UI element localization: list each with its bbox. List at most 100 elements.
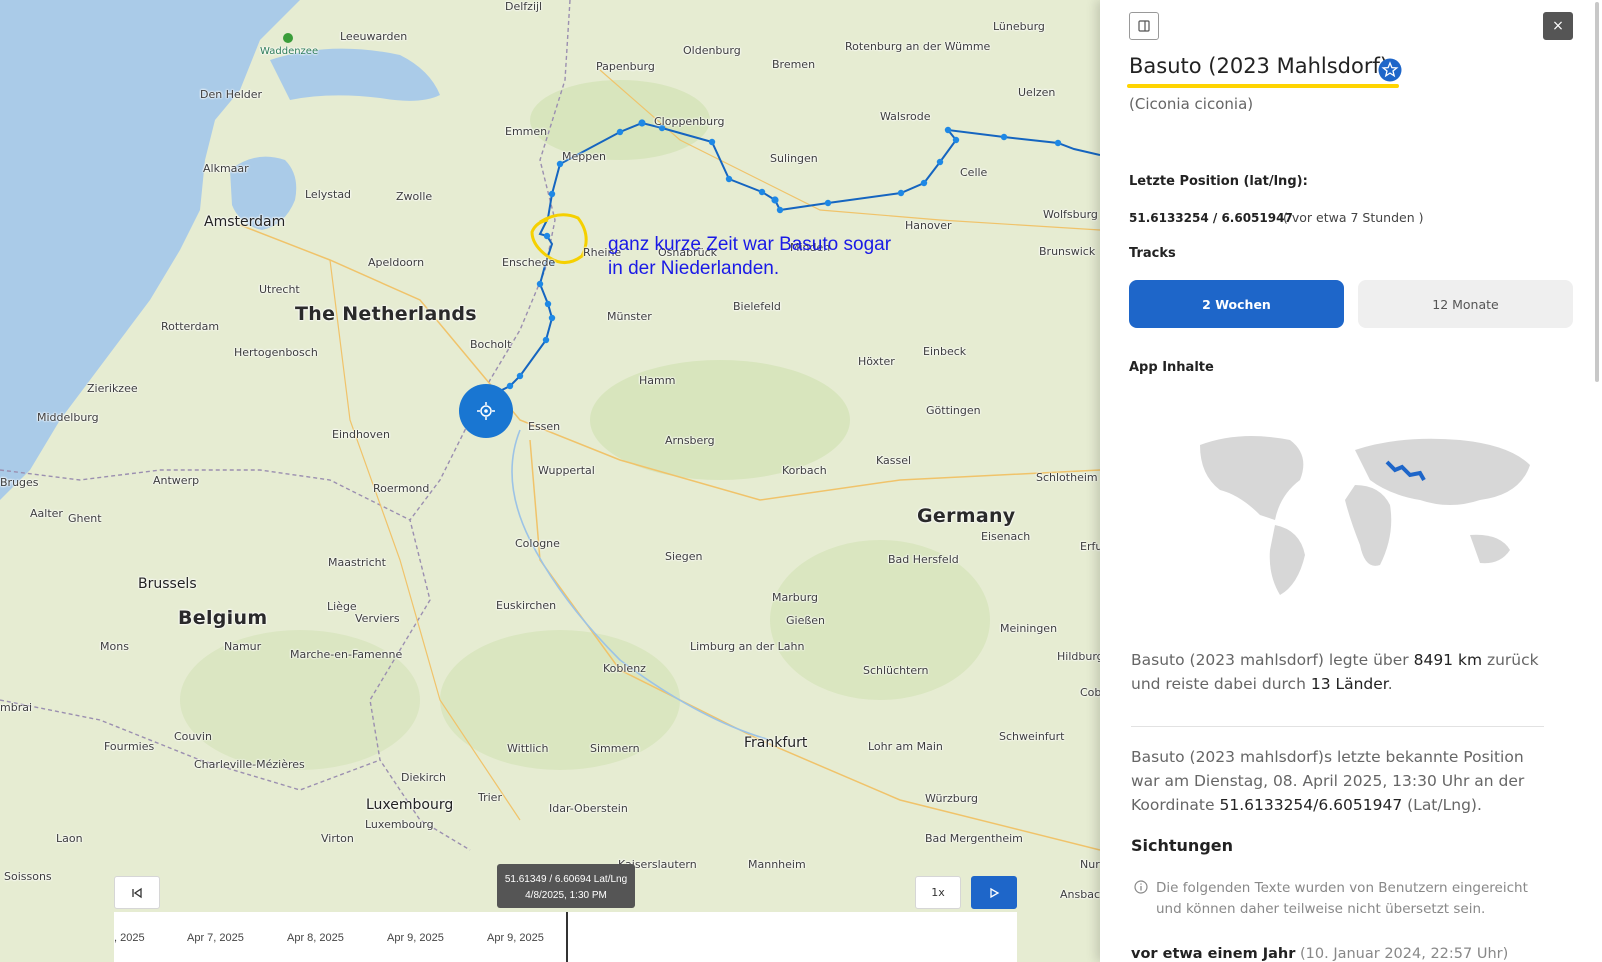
tab-12-months-label: 12 Monate (1432, 296, 1499, 312)
place-label: Meppen (562, 150, 606, 163)
place-label: Oldenburg (683, 44, 741, 57)
last-position-coords: 51.6133254 / 6.6051947 (1129, 211, 1293, 225)
timeline-tick: , 2025 (114, 932, 145, 944)
place-label: Arnsberg (665, 434, 715, 447)
place-label: Mannheim (748, 858, 806, 871)
place-label: Uelzen (1018, 86, 1056, 99)
place-label: Coburg (1080, 686, 1100, 699)
place-label: Virton (321, 832, 354, 845)
playback-speed-button[interactable]: 1x (915, 876, 961, 909)
place-label: Bad Hersfeld (888, 553, 959, 566)
place-label: Papenburg (596, 60, 655, 73)
name-highlight (1127, 84, 1399, 88)
place-label: Delfzijl (505, 0, 543, 13)
close-panel-button[interactable]: × (1543, 12, 1573, 40)
skip-to-start-button[interactable] (114, 876, 160, 909)
animal-name: Basuto (2023 Mahlsdorf) (1129, 54, 1389, 78)
place-label: Germany (917, 505, 1016, 527)
place-label: Nur (1080, 858, 1100, 871)
place-label: Hertogenbosch (234, 346, 318, 359)
last-position-label: Letzte Position (lat/lng): (1129, 174, 1308, 189)
place-label: Rotterdam (161, 320, 220, 333)
tab-2-weeks[interactable]: 2 Wochen (1129, 280, 1344, 328)
world-minimap (1200, 436, 1530, 595)
app-content-label: App Inhalte (1129, 360, 1214, 375)
place-label: Wuppertal (538, 464, 595, 477)
place-label: Koblenz (603, 662, 646, 675)
place-label: Antwerp (153, 474, 200, 487)
timeline-tick: Apr 7, 2025 (187, 932, 244, 944)
map-view[interactable]: Delfzijl Leeuwarden Waddenzee Den Helder Alk… (0, 0, 1100, 962)
speed-label: 1x (931, 886, 945, 899)
place-label: Schlotheim (1036, 471, 1098, 484)
place-label: Couvin (174, 730, 212, 743)
divider (1131, 726, 1544, 727)
tracks-label: Tracks (1129, 246, 1176, 261)
tab-2-weeks-label: 2 Wochen (1202, 296, 1271, 312)
timeline-tick: Apr 9, 2025 (487, 932, 544, 944)
place-label: Roermond (373, 482, 430, 495)
sightings-heading: Sichtungen (1131, 836, 1234, 855)
timeline-tick: Apr 9, 2025 (387, 932, 444, 944)
place-label: Idar-Oberstein (549, 802, 628, 815)
place-label: Leeuwarden (340, 30, 408, 43)
info-icon (1134, 880, 1148, 894)
place-label: Limburg an der Lahn (690, 640, 805, 653)
place-label: Gießen (786, 614, 826, 627)
place-label: Kassel (876, 454, 912, 467)
skip-back-icon (132, 887, 142, 898)
close-icon: × (1552, 18, 1564, 34)
place-label: Erfurt (1080, 540, 1100, 553)
place-label: Liège (327, 600, 357, 613)
place-label: Schweinfurt (999, 730, 1065, 743)
tooltip-coords: 51.61349 / 6.60694 Lat/Lng (504, 874, 628, 885)
timeline-scrubber[interactable] (566, 912, 568, 962)
place-label: Essen (528, 420, 561, 433)
position-text: (Lat/Lng). (1402, 796, 1482, 814)
place-label: Meiningen (1000, 622, 1058, 635)
place-label: Euskirchen (496, 599, 557, 612)
place-label: Bielefeld (733, 300, 781, 313)
tooltip-time: 4/8/2025, 1:30 PM (525, 890, 607, 901)
tab-12-months[interactable]: 12 Monate (1358, 280, 1573, 328)
place-label: Hamm (639, 374, 676, 387)
place-label: Marburg (772, 591, 819, 604)
place-label: Hanover (905, 219, 952, 232)
panel-scrollbar[interactable] (1595, 2, 1599, 382)
place-label: Schlüchtern (863, 664, 929, 677)
summary-text: . (1387, 675, 1393, 693)
place-label: Zwolle (396, 190, 433, 203)
summary-paragraph: Basuto (2023 mahlsdorf) legte über 8491 … (1131, 648, 1551, 696)
place-label: mbrai (0, 701, 33, 714)
place-label: Emmen (505, 125, 548, 138)
place-label: Fourmies (104, 740, 155, 753)
place-label: Eindhoven (332, 428, 390, 441)
place-label: Luxembourg (366, 797, 454, 813)
place-label: Utrecht (259, 283, 300, 296)
annotation-line-2: in der Niederlanden. (608, 258, 780, 279)
place-label: Brunswick (1039, 245, 1096, 258)
position-coords: 51.6133254/6.6051947 (1219, 796, 1403, 814)
place-label: Bremen (772, 58, 816, 71)
place-label: Bocholt (470, 338, 512, 351)
place-label: Eisenach (981, 530, 1031, 543)
sighting-entry: vor etwa einem Jahr (10. Januar 2024, 22… (1131, 946, 1508, 962)
place-label: The Netherlands (295, 303, 477, 325)
place-label: Göttingen (926, 404, 981, 417)
favorite-star-icon[interactable] (1378, 58, 1402, 82)
place-label: Höxter (858, 355, 895, 368)
place-label: Wittlich (507, 742, 549, 755)
place-label: Lüneburg (993, 20, 1045, 33)
place-label: Amsterdam (204, 214, 286, 230)
place-label: Mons (100, 640, 129, 653)
place-label: Verviers (355, 612, 400, 625)
place-label: Belgium (178, 607, 268, 629)
play-icon (990, 887, 1000, 898)
timeline-track[interactable]: , 2025 Apr 7, 2025 Apr 8, 2025 Apr 9, 20… (114, 912, 1017, 962)
place-label: Korbach (782, 464, 827, 477)
play-button[interactable] (971, 876, 1017, 909)
timeline-tick: Apr 8, 2025 (287, 932, 344, 944)
current-position-marker[interactable] (459, 384, 513, 438)
collapse-panel-button[interactable] (1129, 12, 1159, 40)
place-label: Hildburghausen (1057, 650, 1100, 663)
